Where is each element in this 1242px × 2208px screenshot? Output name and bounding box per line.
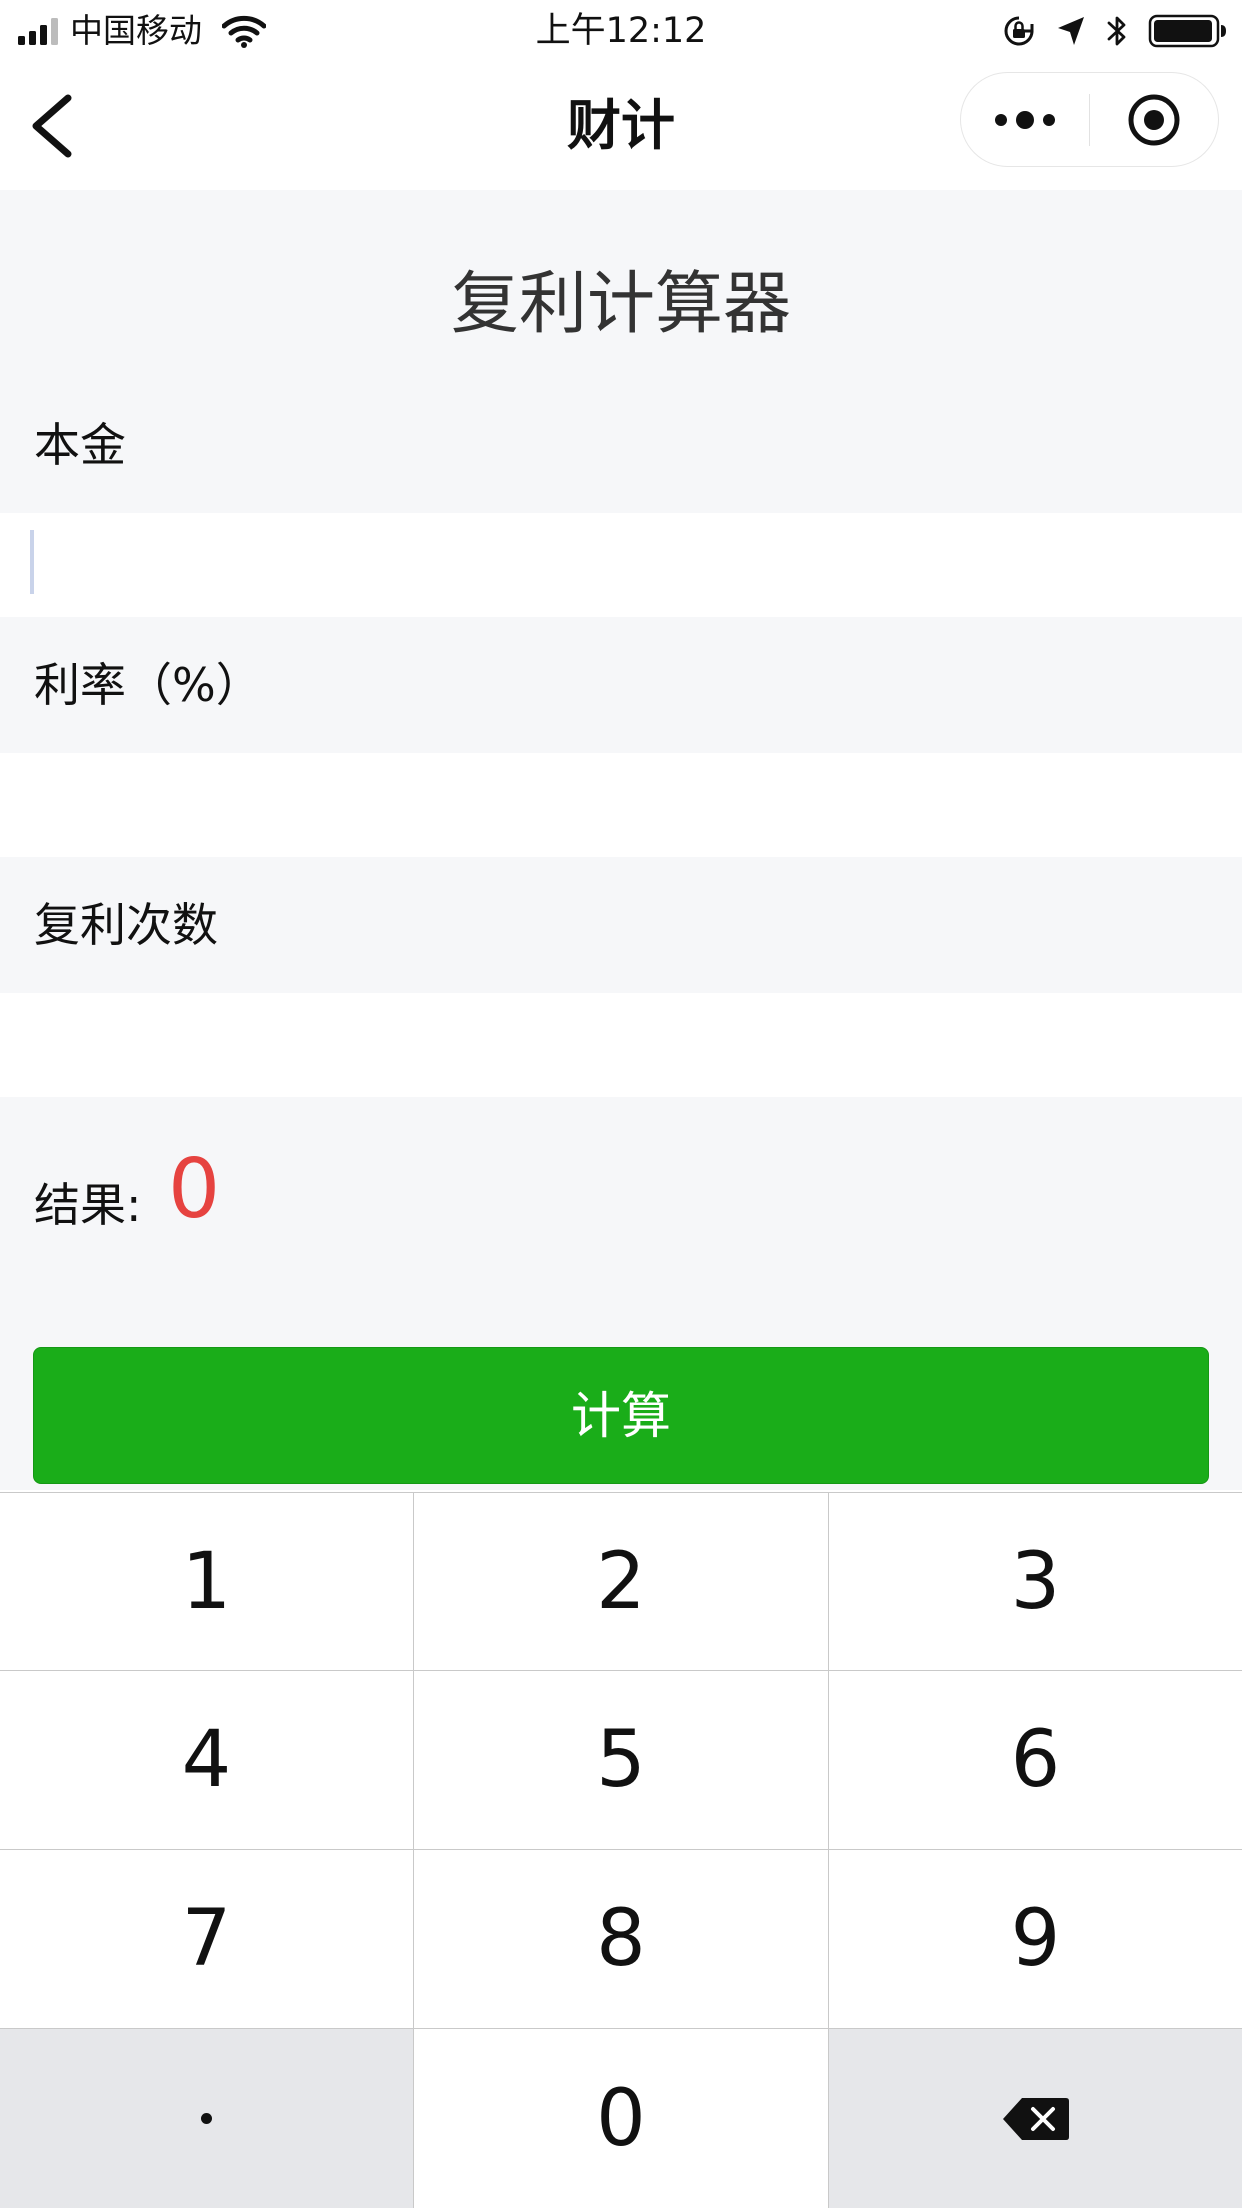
- decimal-dot-icon: [201, 2113, 212, 2124]
- key-backspace[interactable]: [829, 2029, 1242, 2208]
- key-6[interactable]: 6: [829, 1671, 1242, 1849]
- close-button[interactable]: [1090, 72, 1218, 167]
- bluetooth-icon: [1107, 16, 1126, 46]
- more-button[interactable]: [961, 72, 1089, 167]
- calculate-button[interactable]: 计算: [33, 1347, 1209, 1484]
- close-target-icon: [1128, 94, 1180, 145]
- key-3[interactable]: 3: [829, 1493, 1242, 1670]
- key-2[interactable]: 2: [414, 1493, 828, 1670]
- result-label: 结果:: [34, 1178, 142, 1232]
- nav-bar: 财计: [0, 62, 1242, 190]
- numeric-keypad: 1 2 3 4 5 6 7 8 9 0: [0, 1492, 1242, 2208]
- times-input[interactable]: [0, 993, 1242, 1097]
- text-caret: [30, 530, 34, 594]
- key-4[interactable]: 4: [0, 1671, 413, 1849]
- key-decimal[interactable]: [0, 2029, 413, 2208]
- key-7[interactable]: 7: [0, 1850, 413, 2028]
- key-0[interactable]: 0: [414, 2029, 828, 2208]
- key-9[interactable]: 9: [829, 1850, 1242, 2028]
- key-5[interactable]: 5: [414, 1671, 828, 1849]
- battery-icon: [1148, 14, 1226, 48]
- result-value: 0: [168, 1142, 221, 1237]
- more-dots-icon: [994, 110, 1055, 129]
- orientation-lock-icon: [1004, 16, 1034, 46]
- key-1[interactable]: 1: [0, 1493, 413, 1670]
- key-8[interactable]: 8: [414, 1850, 828, 2028]
- page-title: 复利计算器: [450, 265, 791, 344]
- backspace-icon: [1002, 2097, 1069, 2140]
- principal-label: 本金: [34, 418, 126, 472]
- calculator-form: 复利计算器 本金 利率（%） 复利次数 结果: 0 计算: [0, 190, 1242, 1490]
- principal-input[interactable]: [0, 513, 1242, 617]
- mini-program-capsule: [960, 72, 1219, 167]
- location-icon: [1058, 17, 1084, 45]
- rate-label: 利率（%）: [34, 658, 262, 712]
- status-bar: 中国移动 上午12:12: [0, 0, 1242, 62]
- times-label: 复利次数: [34, 898, 218, 952]
- status-right: [1002, 10, 1228, 52]
- rate-input[interactable]: [0, 753, 1242, 857]
